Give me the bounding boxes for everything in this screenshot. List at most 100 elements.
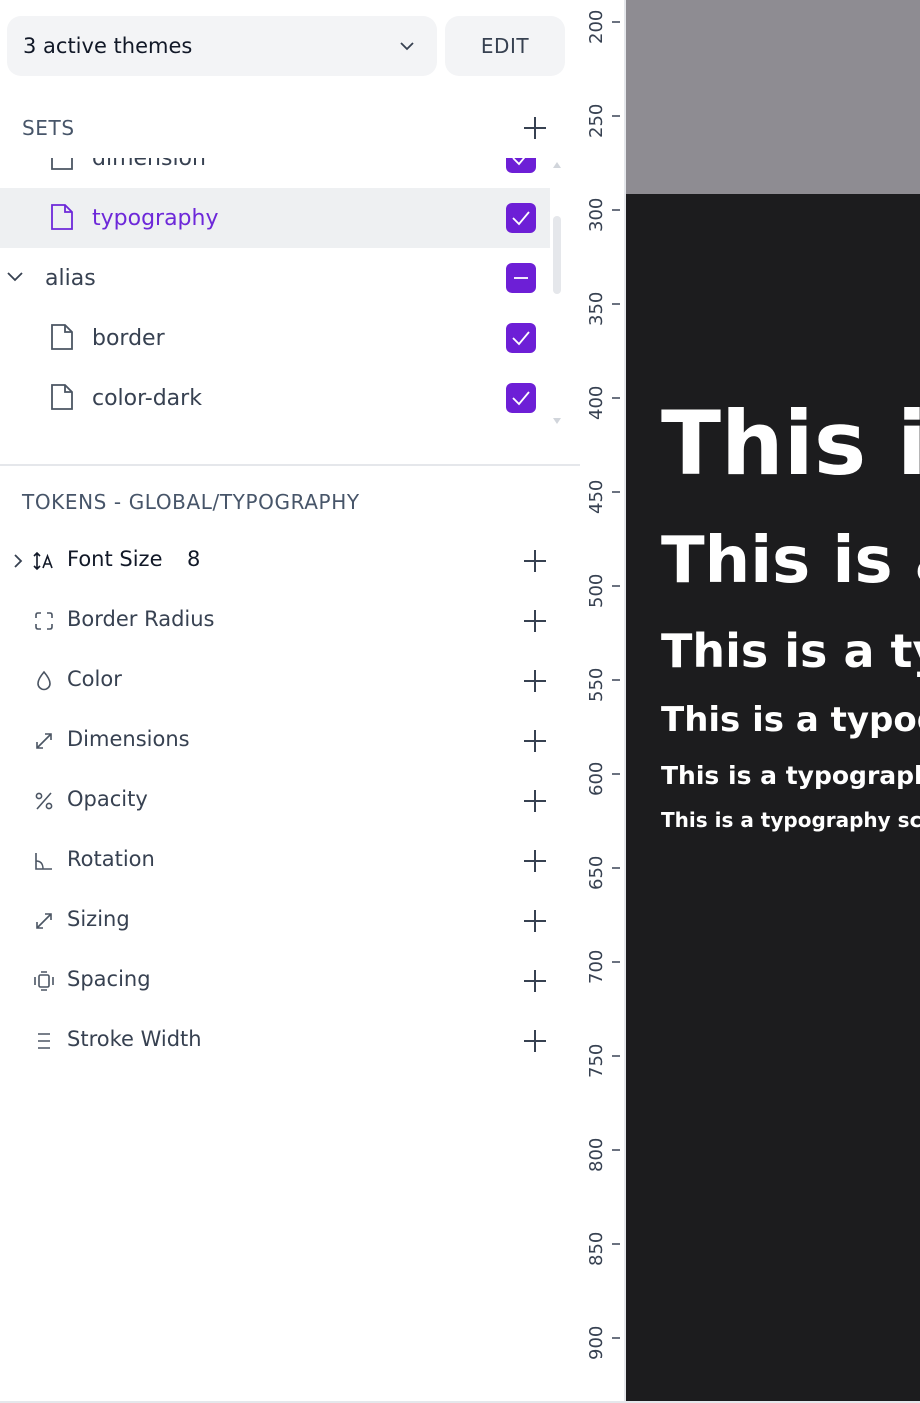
spacing-icon — [34, 971, 54, 991]
set-checkbox-indeterminate[interactable] — [506, 263, 536, 293]
token-type-opacity[interactable]: Opacity — [0, 771, 560, 831]
border-radius-icon — [35, 612, 53, 630]
file-icon — [51, 324, 73, 350]
ruler-tick — [612, 303, 620, 305]
set-group-alias[interactable]: alias — [0, 248, 550, 308]
set-item-label: dimension — [92, 158, 206, 171]
token-type-label: Sizing — [67, 907, 130, 931]
tokens-title: TOKENS - GLOBAL/TYPOGRAPHY — [22, 490, 360, 514]
token-count: 8 — [187, 547, 201, 571]
ruler-tick — [612, 961, 620, 963]
add-token-plus-icon[interactable] — [524, 970, 546, 992]
tokens-panel: 3 active themes EDIT SETS dimension typo… — [0, 0, 580, 1403]
set-item-label: typography — [92, 205, 219, 231]
add-set-plus-icon[interactable] — [524, 117, 546, 139]
color-drop-icon — [37, 670, 51, 691]
font-size-icon — [33, 551, 53, 571]
ruler-label: 250 — [586, 103, 607, 138]
token-type-stroke-width[interactable]: Stroke Width — [0, 1011, 560, 1071]
add-token-plus-icon[interactable] — [524, 730, 546, 752]
ruler-label: 400 — [586, 385, 607, 420]
ruler-tick — [612, 1149, 620, 1151]
ruler-tick — [612, 1243, 620, 1245]
token-type-spacing[interactable]: Spacing — [0, 951, 560, 1011]
file-icon — [51, 204, 73, 230]
edit-themes-button[interactable]: EDIT — [445, 16, 565, 76]
typography-sample-3: This is a ty — [661, 624, 920, 678]
ruler-label: 800 — [586, 1137, 607, 1172]
sets-title: SETS — [22, 116, 75, 140]
scroll-up-arrow-icon[interactable] — [553, 162, 561, 168]
add-token-plus-icon[interactable] — [524, 910, 546, 932]
set-checkbox-checked[interactable] — [506, 383, 536, 413]
file-icon — [51, 158, 73, 170]
sizing-icon — [36, 913, 52, 929]
token-type-border-radius[interactable]: Border Radius — [0, 591, 560, 651]
ruler-label: 200 — [586, 9, 607, 44]
ruler-tick — [612, 1055, 620, 1057]
ruler-tick — [612, 397, 620, 399]
theme-selector[interactable]: 3 active themes — [7, 16, 437, 76]
token-type-label: Opacity — [67, 787, 148, 811]
set-checkbox-checked[interactable] — [506, 203, 536, 233]
set-item-label: border — [92, 325, 165, 351]
ruler-tick — [612, 21, 620, 23]
ruler-label: 900 — [586, 1325, 607, 1360]
token-type-label: Color — [67, 667, 122, 691]
ruler-label: 600 — [586, 761, 607, 796]
ruler-label: 750 — [586, 1043, 607, 1078]
add-token-plus-icon[interactable] — [524, 850, 546, 872]
token-type-label: Dimensions — [67, 727, 190, 751]
add-token-plus-icon[interactable] — [524, 670, 546, 692]
set-item-typography[interactable]: typography — [0, 188, 550, 248]
token-type-dimensions[interactable]: Dimensions — [0, 711, 560, 771]
add-token-plus-icon[interactable] — [524, 610, 546, 632]
typography-sample-2: This is a — [661, 524, 920, 598]
ruler-tick — [612, 585, 620, 587]
token-type-color[interactable]: Color — [0, 651, 560, 711]
ruler-label: 300 — [586, 197, 607, 232]
dimensions-icon — [36, 733, 52, 749]
ruler-tick — [612, 491, 620, 493]
ruler-label: 700 — [586, 949, 607, 984]
typography-sample-6: This is a typography sca — [661, 808, 920, 832]
scroll-down-arrow-icon[interactable] — [553, 418, 561, 424]
ruler-tick — [612, 773, 620, 775]
add-token-plus-icon[interactable] — [524, 790, 546, 812]
ruler-label: 550 — [586, 667, 607, 702]
chevron-down-icon — [7, 272, 23, 282]
token-type-sizing[interactable]: Sizing — [0, 891, 560, 951]
ruler-tick — [612, 1337, 620, 1339]
token-type-label: Border Radius — [67, 607, 215, 631]
chevron-right-icon[interactable] — [12, 553, 24, 569]
set-checkbox-checked[interactable] — [506, 323, 536, 353]
set-group-label: alias — [45, 265, 96, 291]
set-item-label: color-dark — [92, 385, 202, 411]
sets-scrollbar-thumb[interactable] — [553, 216, 561, 294]
checkmark-icon — [512, 211, 530, 226]
set-item-border[interactable]: border — [0, 308, 550, 368]
token-type-label: Rotation — [67, 847, 155, 871]
stroke-width-icon — [38, 1033, 50, 1049]
set-checkbox-checked[interactable] — [506, 158, 536, 173]
add-token-plus-icon[interactable] — [524, 550, 546, 572]
design-canvas[interactable]: This is This is a This is a ty This is a… — [624, 0, 920, 1403]
panel-divider — [0, 464, 580, 466]
token-type-label: Stroke Width — [67, 1027, 202, 1051]
ruler-label: 850 — [586, 1231, 607, 1266]
checkmark-icon — [512, 158, 526, 166]
typography-sample-4: This is a typog — [661, 700, 920, 740]
set-item-dimension[interactable]: dimension — [0, 158, 550, 188]
opacity-icon — [35, 792, 53, 810]
minus-icon — [514, 277, 528, 279]
file-icon — [51, 384, 73, 410]
set-item-color-dark[interactable]: color-dark — [0, 368, 550, 428]
ruler-tick — [612, 115, 620, 117]
checkmark-icon — [512, 391, 530, 406]
theme-selector-label: 3 active themes — [23, 34, 193, 58]
token-type-font-size[interactable]: Font Size 8 — [0, 531, 560, 591]
typography-sample-1: This is — [661, 392, 920, 495]
add-token-plus-icon[interactable] — [524, 1030, 546, 1052]
token-type-rotation[interactable]: Rotation — [0, 831, 560, 891]
checkmark-icon — [512, 331, 530, 346]
